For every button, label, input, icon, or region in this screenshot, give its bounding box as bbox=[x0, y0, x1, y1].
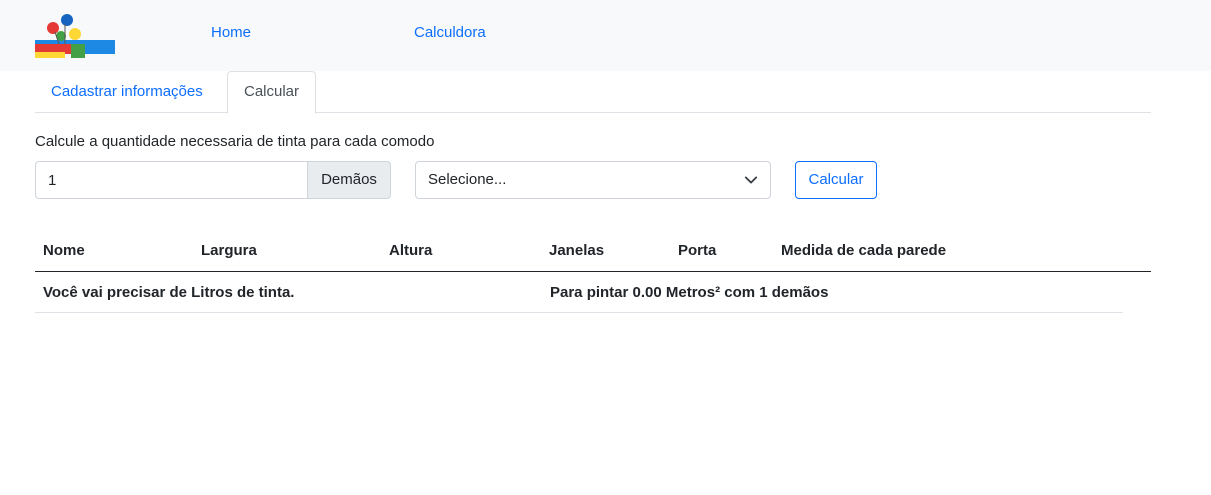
room-select-value: Selecione... bbox=[428, 171, 507, 188]
table-header-divider bbox=[35, 271, 1151, 272]
tab-register-info[interactable]: Cadastrar informações bbox=[35, 71, 219, 113]
calculate-description: Calcule a quantidade necessaria de tinta… bbox=[35, 133, 435, 150]
nav-calculator-link[interactable]: Calculdora bbox=[414, 24, 486, 41]
coats-addon-label: Demãos bbox=[308, 161, 391, 199]
tab-calculate[interactable]: Calcular bbox=[227, 71, 317, 114]
room-select[interactable]: Selecione... bbox=[415, 161, 771, 199]
footer-liters-needed: Você vai precisar de Litros de tinta. bbox=[43, 284, 295, 301]
paint-logo[interactable] bbox=[35, 14, 115, 58]
column-header-wall-measure: Medida de cada parede bbox=[781, 242, 947, 259]
calculate-button[interactable]: Calcular bbox=[795, 161, 877, 199]
column-header-windows: Janelas bbox=[549, 242, 605, 259]
footer-area-summary: Para pintar 0.00 Metros² com 1 demãos bbox=[550, 284, 829, 301]
coats-input-group: Demãos bbox=[35, 161, 391, 199]
column-header-width: Largura bbox=[201, 242, 257, 259]
chevron-down-icon bbox=[744, 176, 758, 184]
table-footer-divider bbox=[35, 312, 1123, 313]
tab-bar: Cadastrar informações Calcular bbox=[35, 71, 1151, 114]
column-header-door: Porta bbox=[678, 242, 717, 259]
column-header-height: Altura bbox=[389, 242, 433, 259]
navbar: Home Calculdora bbox=[0, 0, 1211, 71]
column-header-name: Nome bbox=[43, 242, 85, 259]
nav-home-link[interactable]: Home bbox=[211, 24, 251, 41]
coats-input[interactable] bbox=[35, 161, 308, 199]
